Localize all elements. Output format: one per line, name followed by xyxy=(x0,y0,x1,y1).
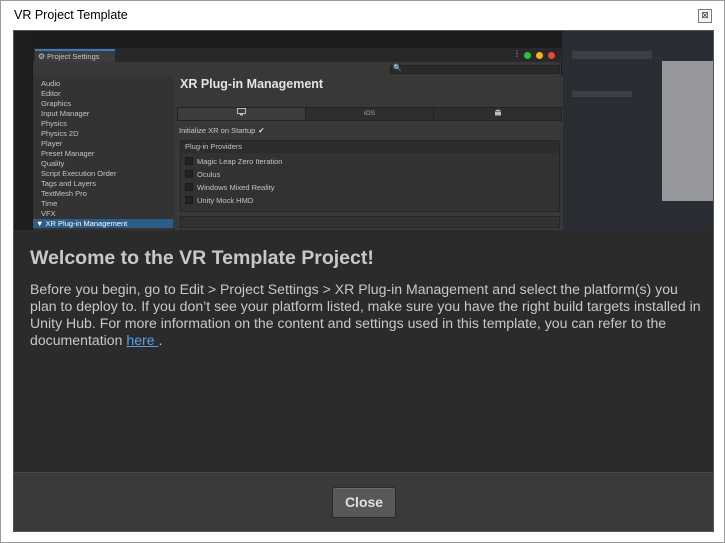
welcome-body: Before you begin, go to Edit > Project S… xyxy=(30,281,705,349)
sidebar-item: Tags and Layers xyxy=(41,179,97,188)
settings-sidebar: Audio Editor Graphics Input Manager Phys… xyxy=(33,76,173,230)
tab-ios: iOS xyxy=(306,108,434,120)
maximize-dot-icon xyxy=(524,52,531,59)
sidebar-item: Audio xyxy=(41,79,61,88)
checkbox-icon xyxy=(185,157,193,165)
dialog-window: VR Project Template ⊠ ⚙ Project Settings… xyxy=(0,0,725,543)
panel-heading: XR Plug-in Management xyxy=(180,77,324,91)
search-icon: 🔍 xyxy=(393,64,402,72)
sidebar-item-label: XR Plug-in Management xyxy=(45,219,128,228)
settings-tab-bar: ⚙ Project Settings ⋮ xyxy=(33,48,563,62)
sidebar-item: Time xyxy=(41,199,58,208)
sidebar-item: VFX xyxy=(41,209,56,218)
android-icon xyxy=(495,109,501,116)
monitor-icon xyxy=(237,108,246,116)
editor-panel-highlight xyxy=(662,61,713,201)
settings-footer-strip xyxy=(180,216,560,228)
initialize-xr-row: Initialize XR on Startup ✔ xyxy=(179,126,265,135)
settings-search-field: 🔍 xyxy=(390,64,560,74)
close-dot-icon xyxy=(548,52,555,59)
sidebar-item: Physics xyxy=(41,119,67,128)
editor-toolbar-strip xyxy=(572,51,652,59)
checkbox-icon xyxy=(185,196,193,204)
expand-arrow-icon: ▼ xyxy=(36,219,44,228)
provider-row: Unity Mock HMD xyxy=(185,196,253,205)
settings-main-panel: XR Plug-in Management iOS Initialize XR … xyxy=(174,76,563,230)
kebab-menu-icon: ⋮ xyxy=(513,49,521,58)
checkmark-icon: ✔ xyxy=(258,126,265,135)
providers-header: Plug-in Providers xyxy=(181,141,559,153)
sidebar-item: Script Execution Order xyxy=(41,169,117,178)
sidebar-item: Graphics xyxy=(41,99,72,108)
sidebar-item: Quality xyxy=(41,159,65,168)
sidebar-item: TextMesh Pro xyxy=(41,189,87,198)
plugin-providers-box: Plug-in Providers Magic Leap Zero Iterat… xyxy=(180,140,560,212)
project-settings-window: ⚙ Project Settings ⋮ 🔍 Audio Editor Grap… xyxy=(32,47,563,230)
provider-row: Oculus xyxy=(185,170,220,179)
dialog-footer: Close xyxy=(14,472,713,531)
sidebar-item: Player xyxy=(41,139,63,148)
platform-tabs: iOS xyxy=(177,107,562,121)
tab-android xyxy=(434,108,562,120)
close-button[interactable]: Close xyxy=(332,487,396,518)
provider-row: Windows Mixed Reality xyxy=(185,183,275,192)
settings-tab: ⚙ Project Settings xyxy=(35,49,115,62)
checkbox-icon xyxy=(185,183,193,191)
window-title: VR Project Template xyxy=(14,8,128,22)
editor-background-right xyxy=(562,31,713,230)
provider-label: Windows Mixed Reality xyxy=(197,183,275,192)
gear-icon: ⚙ xyxy=(38,52,46,61)
settings-tab-label: Project Settings xyxy=(47,52,100,61)
dialog-content: ⚙ Project Settings ⋮ 🔍 Audio Editor Grap… xyxy=(13,30,714,532)
provider-label: Oculus xyxy=(197,170,221,179)
sidebar-item: Preset Manager xyxy=(41,149,95,158)
sidebar-item: Input Manager xyxy=(41,109,90,118)
minimize-dot-icon xyxy=(536,52,543,59)
sidebar-item: Editor xyxy=(41,89,61,98)
documentation-link[interactable]: here xyxy=(126,332,158,348)
checkbox-icon xyxy=(185,170,193,178)
provider-label: Magic Leap Zero Iteration xyxy=(197,157,283,166)
welcome-title: Welcome to the VR Template Project! xyxy=(30,247,374,269)
project-settings-screenshot: ⚙ Project Settings ⋮ 🔍 Audio Editor Grap… xyxy=(14,31,713,230)
close-icon[interactable]: ⊠ xyxy=(698,9,712,23)
provider-label: Unity Mock HMD xyxy=(197,196,254,205)
editor-background-left xyxy=(14,31,32,230)
editor-toolbar-strip xyxy=(572,91,632,97)
sidebar-item-selected: ▼ XR Plug-in Management xyxy=(33,219,173,228)
tab-desktop xyxy=(178,108,306,120)
provider-row: Magic Leap Zero Iteration xyxy=(185,157,282,166)
welcome-body-end: . xyxy=(158,332,163,348)
sidebar-item: Physics 2D xyxy=(41,129,79,138)
initialize-xr-label: Initialize XR on Startup xyxy=(179,126,256,135)
